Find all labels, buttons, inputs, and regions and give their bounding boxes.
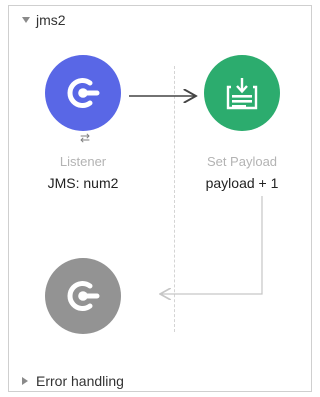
listener-node[interactable]: [45, 55, 121, 131]
flow-connectors: [129, 0, 263, 397]
arrow-payload-to-source: [160, 196, 263, 294]
error-handling-section[interactable]: Error handling: [22, 372, 124, 390]
set-payload-icon: [226, 78, 258, 110]
connector-plug-icon: [67, 281, 100, 311]
listener-name-label: JMS: num2: [47, 175, 119, 191]
expand-caret-icon[interactable]: [22, 377, 28, 385]
source-return-node[interactable]: [45, 258, 121, 334]
listener-type-label: Listener: [59, 154, 107, 169]
request-response-icon: ⇄: [79, 131, 91, 145]
set-payload-type-label: Set Payload: [206, 154, 278, 169]
set-payload-value-label: payload + 1: [205, 175, 279, 191]
set-payload-node[interactable]: [204, 55, 280, 131]
error-handling-label: Error handling: [36, 373, 124, 389]
connector-plug-icon: [67, 78, 100, 108]
